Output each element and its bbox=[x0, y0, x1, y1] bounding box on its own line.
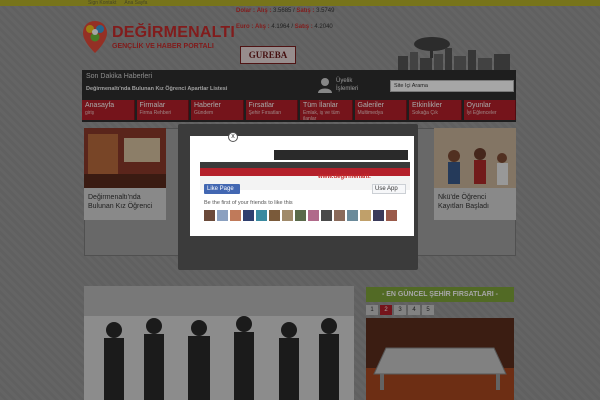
friend-avatars bbox=[204, 210, 397, 221]
avatar[interactable] bbox=[243, 210, 254, 221]
page-url-text: www.degirmenalti. bbox=[318, 174, 371, 180]
friends-like-text: Be the first of your friends to like thi… bbox=[204, 200, 293, 206]
avatar[interactable] bbox=[269, 210, 280, 221]
avatar[interactable] bbox=[386, 210, 397, 221]
avatar[interactable] bbox=[334, 210, 345, 221]
facebook-like-modal: www.degirmenalti. Like Page Use App Be t… bbox=[178, 124, 418, 270]
avatar[interactable] bbox=[295, 210, 306, 221]
avatar[interactable] bbox=[204, 210, 215, 221]
avatar[interactable] bbox=[308, 210, 319, 221]
use-app-button[interactable]: Use App bbox=[372, 184, 406, 194]
close-icon[interactable]: x bbox=[228, 132, 238, 142]
avatar[interactable] bbox=[230, 210, 241, 221]
avatar[interactable] bbox=[347, 210, 358, 221]
avatar[interactable] bbox=[373, 210, 384, 221]
avatar[interactable] bbox=[217, 210, 228, 221]
facebook-widget: www.degirmenalti. Like Page Use App Be t… bbox=[190, 136, 414, 236]
avatar[interactable] bbox=[321, 210, 332, 221]
avatar[interactable] bbox=[282, 210, 293, 221]
avatar[interactable] bbox=[360, 210, 371, 221]
like-page-button[interactable]: Like Page bbox=[204, 184, 240, 194]
avatar[interactable] bbox=[256, 210, 267, 221]
